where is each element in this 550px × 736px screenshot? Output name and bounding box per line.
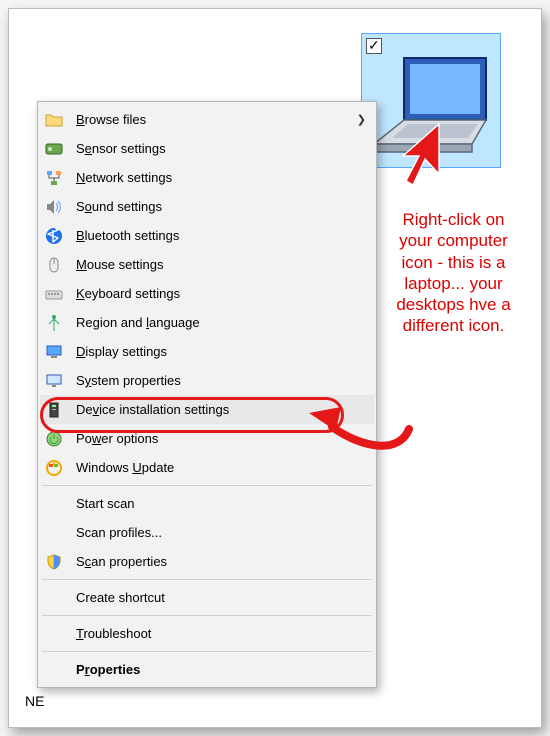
computer-icon-tile[interactable]: ✓: [361, 33, 501, 168]
menu-label: Create shortcut: [76, 590, 366, 605]
menu-label: Sensor settings: [76, 141, 366, 156]
menu-power-options[interactable]: Power options: [40, 424, 374, 453]
power-icon: [44, 429, 64, 449]
bluetooth-icon: [44, 226, 64, 246]
menu-troubleshoot[interactable]: Troubleshoot: [40, 619, 374, 648]
blank-icon: [44, 523, 64, 543]
tower-icon: [44, 400, 64, 420]
menu-device-installation-settings[interactable]: Device installation settings: [40, 395, 374, 424]
speaker-icon: [44, 197, 64, 217]
menu-label: Start scan: [76, 496, 366, 511]
menu-label: Scan properties: [76, 554, 366, 569]
menu-label: Browse files: [76, 112, 357, 127]
sensor-icon: [44, 139, 64, 159]
menu-label: Mouse settings: [76, 257, 366, 272]
instruction-text: Right-click on your computer icon - this…: [391, 209, 516, 337]
menu-sensor-settings[interactable]: Sensor settings: [40, 134, 374, 163]
menu-label: Bluetooth settings: [76, 228, 366, 243]
menu-browse-files[interactable]: Browse files ❯: [40, 105, 374, 134]
stray-text: NE: [25, 693, 44, 709]
menu-keyboard-settings[interactable]: Keyboard settings: [40, 279, 374, 308]
menu-start-scan[interactable]: Start scan: [40, 489, 374, 518]
menu-label: Scan profiles...: [76, 525, 366, 540]
shield-icon: [44, 552, 64, 572]
menu-region-language[interactable]: Region and language: [40, 308, 374, 337]
menu-properties[interactable]: Properties: [40, 655, 374, 684]
menu-label: Display settings: [76, 344, 366, 359]
mouse-icon: [44, 255, 64, 275]
network-icon: [44, 168, 64, 188]
menu-network-settings[interactable]: Network settings: [40, 163, 374, 192]
blank-icon: [44, 624, 64, 644]
menu-scan-profiles[interactable]: Scan profiles...: [40, 518, 374, 547]
menu-label: Network settings: [76, 170, 366, 185]
blank-icon: [44, 660, 64, 680]
menu-mouse-settings[interactable]: Mouse settings: [40, 250, 374, 279]
menu-system-properties[interactable]: System properties: [40, 366, 374, 395]
menu-separator: [42, 615, 372, 616]
menu-separator: [42, 485, 372, 486]
menu-display-settings[interactable]: Display settings: [40, 337, 374, 366]
menu-label: Windows Update: [76, 460, 366, 475]
monitor-icon: [44, 342, 64, 362]
menu-label: Troubleshoot: [76, 626, 366, 641]
menu-bluetooth-settings[interactable]: Bluetooth settings: [40, 221, 374, 250]
menu-label: Region and language: [76, 315, 366, 330]
menu-label: Power options: [76, 431, 366, 446]
menu-label: Sound settings: [76, 199, 366, 214]
system-icon: [44, 371, 64, 391]
blank-icon: [44, 588, 64, 608]
menu-label: Keyboard settings: [76, 286, 366, 301]
keyboard-icon: [44, 284, 64, 304]
folder-icon: [44, 110, 64, 130]
menu-create-shortcut[interactable]: Create shortcut: [40, 583, 374, 612]
submenu-arrow-icon: ❯: [357, 113, 366, 126]
menu-label: System properties: [76, 373, 366, 388]
windows-update-icon: [44, 458, 64, 478]
antenna-icon: [44, 313, 64, 333]
menu-sound-settings[interactable]: Sound settings: [40, 192, 374, 221]
blank-icon: [44, 494, 64, 514]
tutorial-frame: ✓ Right-click on your computer icon - th…: [8, 8, 542, 728]
menu-label: Device installation settings: [76, 402, 366, 417]
context-menu: Browse files ❯ Sensor settings Network s…: [37, 101, 377, 688]
menu-separator: [42, 651, 372, 652]
menu-separator: [42, 579, 372, 580]
menu-label: Properties: [76, 662, 366, 677]
menu-windows-update[interactable]: Windows Update: [40, 453, 374, 482]
menu-scan-properties[interactable]: Scan properties: [40, 547, 374, 576]
laptop-icon: [368, 52, 496, 165]
